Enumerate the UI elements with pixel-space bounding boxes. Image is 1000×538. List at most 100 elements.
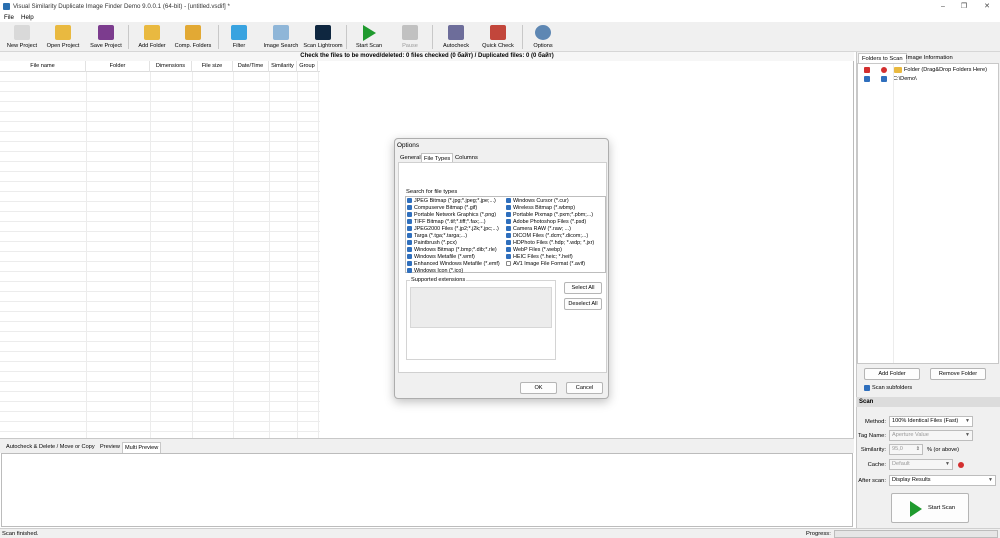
checkbox-icon[interactable]	[506, 233, 511, 238]
checkbox-icon[interactable]	[506, 226, 511, 231]
include-checkbox[interactable]	[881, 76, 887, 82]
file-type-item[interactable]: DICOM Files (*.dcm;*.dicom;...)	[506, 233, 588, 240]
scan-lightroom-button[interactable]: Scan Lightroom	[301, 23, 345, 51]
filter-button[interactable]: Filter	[223, 23, 255, 51]
similarity-label: Similarity:	[860, 447, 886, 453]
file-type-label: Paintbrush (*.pcx)	[414, 240, 457, 246]
scan-subfolders-checkbox[interactable]	[864, 385, 870, 391]
checkbox-icon[interactable]	[407, 198, 412, 203]
file-type-item[interactable]: Windows Cursor (*.cur)	[506, 198, 569, 205]
close-button[interactable]: ✕	[982, 2, 992, 11]
checkbox-icon[interactable]	[506, 247, 511, 252]
results-grid[interactable]	[0, 72, 320, 438]
checkbox-icon[interactable]	[506, 205, 511, 210]
deselect-all-button[interactable]: Deselect All	[564, 298, 602, 310]
new-project-button[interactable]: New Project	[2, 23, 42, 51]
start-scan-button[interactable]: Start Scan	[350, 23, 388, 51]
checkbox-icon[interactable]	[506, 254, 511, 259]
file-type-item[interactable]: Windows Bitmap (*.bmp;*.dib;*.rle)	[407, 247, 497, 254]
ok-button[interactable]: OK	[520, 382, 557, 394]
add-folder-button[interactable]: Add Folder	[864, 368, 920, 380]
checkbox-icon[interactable]	[407, 205, 412, 210]
similarity-stepper[interactable]: 95,0 ⇕	[889, 444, 923, 455]
checkbox-icon[interactable]	[407, 261, 412, 266]
after-scan-select[interactable]: Display Results ▼	[889, 475, 996, 486]
tag-name-select[interactable]: Aperture Value ▼	[889, 430, 973, 441]
folder-path[interactable]: C:\Demo\	[893, 76, 917, 82]
folder-list[interactable]: Folder (Drag&Drop Folders Here) C:\Demo\	[857, 63, 999, 364]
file-type-item[interactable]: Enhanced Windows Metafile (*.emf)	[407, 261, 500, 268]
checkbox-icon[interactable]	[407, 212, 412, 217]
options-button[interactable]: Options	[527, 23, 559, 51]
column-similarity[interactable]: Similarity	[269, 61, 297, 72]
checkbox-icon[interactable]	[506, 212, 511, 217]
supported-extensions-box	[410, 287, 552, 328]
column-dimensions[interactable]: Dimensions	[150, 61, 192, 72]
file-type-item[interactable]: HDPhoto Files (*.hdp; *.wdp; *.jxr)	[506, 240, 594, 247]
checkbox-icon[interactable]	[407, 254, 412, 259]
file-type-item[interactable]: Windows Metafile (*.wmf)	[407, 254, 475, 261]
column-group[interactable]: Group	[297, 61, 318, 72]
cache-select[interactable]: Default ▼	[889, 459, 953, 470]
checkbox-icon[interactable]	[407, 226, 412, 231]
file-type-item[interactable]: JPEG Bitmap (*.jpg;*.jpeg;*.jpe;...)	[407, 198, 496, 205]
file-type-item[interactable]: JPEG2000 Files (*.jp2;*.j2k;*.jpc;...)	[407, 226, 499, 233]
comp-folders-button[interactable]: Comp. Folders	[171, 23, 215, 51]
file-type-item[interactable]: Portable Pixmap (*.pxm;*.pbm;...)	[506, 212, 593, 219]
results-banner: Check the files to be moved/deleted: 0 f…	[0, 52, 854, 61]
folder-checkbox[interactable]	[864, 76, 870, 82]
file-type-item[interactable]: Targa (*.tga;*.targa;...)	[407, 233, 467, 240]
quick-check-button[interactable]: Quick Check	[479, 23, 517, 51]
column-date-time[interactable]: Date/Time	[233, 61, 269, 72]
checkbox-icon[interactable]	[506, 198, 511, 203]
remove-folder-button[interactable]: Remove Folder	[930, 368, 986, 380]
pause-icon	[402, 25, 418, 40]
file-type-item[interactable]: Paintbrush (*.pcx)	[407, 240, 457, 247]
file-type-item[interactable]: WebP Files (*.webp)	[506, 247, 562, 254]
start-scan-button[interactable]: Start Scan	[891, 493, 969, 523]
grid-divider	[297, 72, 298, 438]
select-all-button[interactable]: Select All	[564, 282, 602, 294]
image-search-button[interactable]: Image Search	[260, 23, 302, 51]
file-type-item[interactable]: Compuserve Bitmap (*.gif)	[407, 205, 477, 212]
file-type-item[interactable]: AV1 Image File Format (*.avif)	[506, 261, 585, 268]
file-types-list[interactable]: JPEG Bitmap (*.jpg;*.jpeg;*.jpe;...) Comp…	[405, 196, 606, 275]
open-project-button[interactable]: Open Project	[43, 23, 83, 51]
file-type-label: Windows Bitmap (*.bmp;*.dib;*.rle)	[414, 247, 497, 253]
file-type-item[interactable]: Camera RAW (*.raw; ...)	[506, 226, 571, 233]
menu-file[interactable]: File	[4, 14, 14, 21]
tag-name-label: Tag Name:	[857, 433, 886, 439]
checkbox-icon[interactable]	[407, 233, 412, 238]
checkbox-icon[interactable]	[407, 268, 412, 273]
add-folder-button[interactable]: Add Folder	[133, 23, 171, 51]
file-type-item[interactable]: Portable Network Graphics (*.png)	[407, 212, 496, 219]
checkbox-icon[interactable]	[506, 261, 511, 266]
pause-button[interactable]: Pause	[394, 23, 426, 51]
check-all-checkbox[interactable]	[864, 67, 870, 73]
file-type-item[interactable]: Adobe Photoshop Files (*.psd)	[506, 219, 586, 226]
checkbox-icon[interactable]	[506, 240, 511, 245]
menu-help[interactable]: Help	[21, 14, 34, 21]
checkbox-icon[interactable]	[407, 247, 412, 252]
file-type-item[interactable]: HEIC Files (*.heic; *.heif)	[506, 254, 573, 261]
clear-cache-icon[interactable]	[958, 462, 964, 468]
file-type-item[interactable]: TIFF Bitmap (*.tif;*.tiff;*.fax;...)	[407, 219, 486, 226]
menu-bar: File Help	[0, 13, 1000, 22]
cancel-button[interactable]: Cancel	[566, 382, 603, 394]
checkbox-icon[interactable]	[407, 240, 412, 245]
column-file-size[interactable]: File size	[192, 61, 233, 72]
autocheck-button[interactable]: Autocheck	[437, 23, 475, 51]
minimize-button[interactable]: –	[938, 2, 948, 11]
maximize-button[interactable]: ❐	[959, 2, 969, 11]
supported-extensions-label: Supported extensions	[410, 277, 467, 283]
file-type-item[interactable]: Windows Icon (*.ico)	[407, 268, 463, 275]
column-file-name[interactable]: File name	[0, 61, 86, 72]
checkbox-icon[interactable]	[407, 219, 412, 224]
file-type-item[interactable]: Wireless Bitmap (*.wbmp)	[506, 205, 575, 212]
toolbar-separator	[218, 25, 219, 49]
method-select[interactable]: 100% Identical Files (Fast) ▼	[889, 416, 973, 427]
column-folder[interactable]: Folder	[86, 61, 150, 72]
save-project-button[interactable]: Save Project	[86, 23, 126, 51]
checkbox-icon[interactable]	[506, 219, 511, 224]
folder-header-label: Folder (Drag&Drop Folders Here)	[904, 67, 987, 73]
